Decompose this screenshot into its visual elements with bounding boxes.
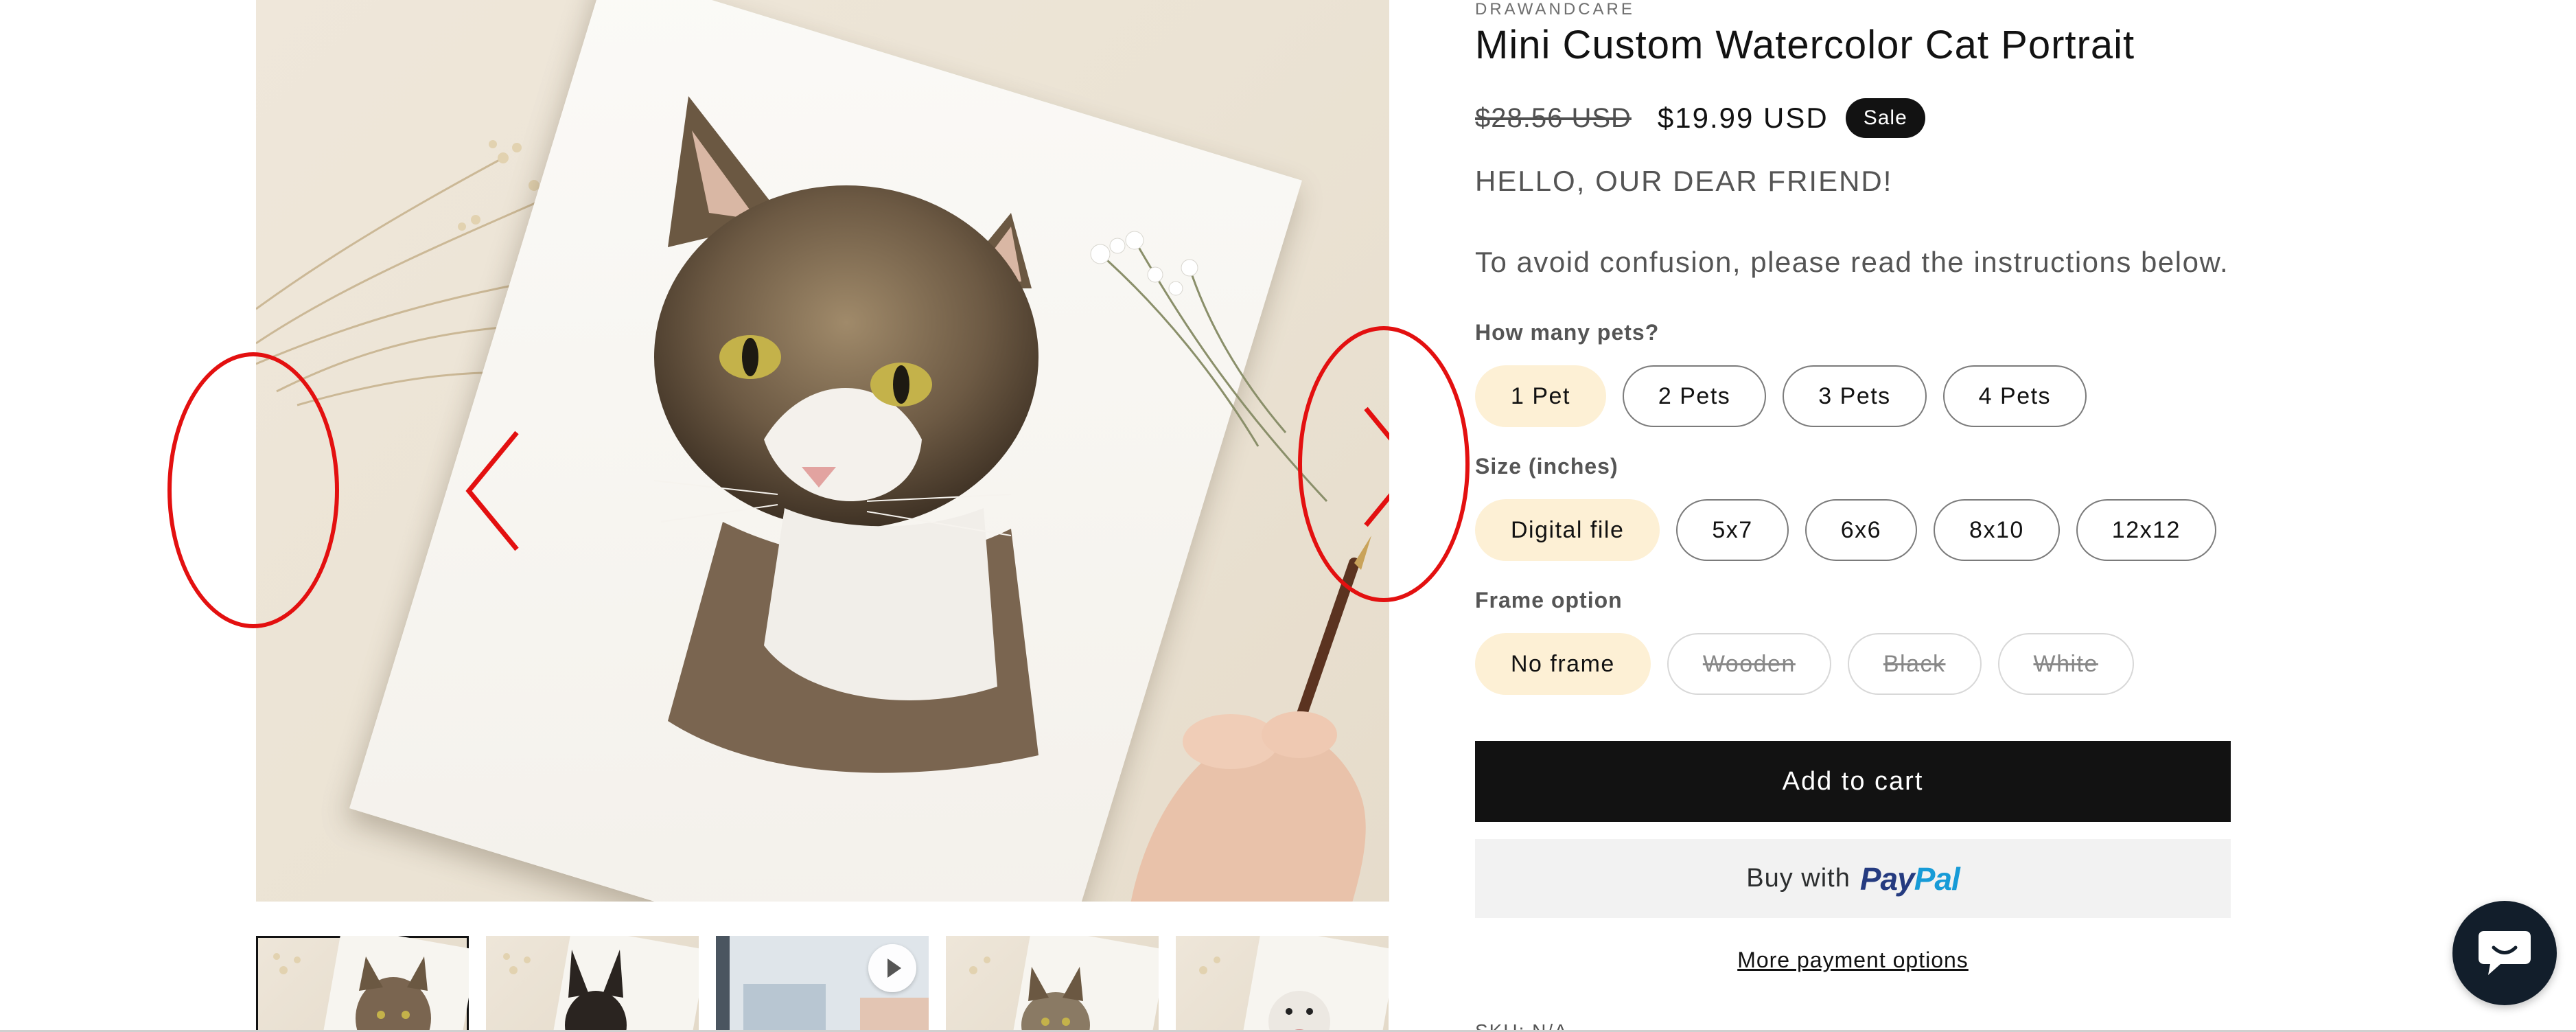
paypal-button[interactable]: Buy with PayPal [1475, 839, 2231, 918]
thumbnail-dog-image [503, 936, 699, 1032]
sale-badge: Sale [1845, 98, 1925, 138]
thumbnail-white-dog[interactable] [1176, 936, 1389, 1032]
thumbnail-video[interactable] [716, 936, 929, 1032]
thumbnail-cat-image [273, 936, 469, 1032]
instructions-text: To avoid confusion, please read the inst… [1475, 246, 2229, 278]
greeting-text: HELLO, OUR DEAR FRIEND! [1475, 165, 1893, 197]
annotation-circle-left [167, 352, 339, 628]
size-option-group: Digital file 5x7 6x6 8x10 12x12 [1475, 499, 2216, 561]
pets-option-label: How many pets? [1475, 320, 1660, 345]
annotation-circle-right [1298, 326, 1470, 602]
more-payment-options-link[interactable]: More payment options [1475, 948, 2231, 973]
option-white-frame[interactable]: White [1997, 633, 2134, 695]
price-row: $28.56 USD $19.99 USD Sale [1475, 98, 1925, 138]
option-6x6[interactable]: 6x6 [1805, 499, 1918, 561]
option-black-frame[interactable]: Black [1847, 633, 1982, 695]
option-8x10[interactable]: 8x10 [1934, 499, 2060, 561]
option-1-pet[interactable]: 1 Pet [1475, 365, 1606, 427]
hand-with-brush [1130, 536, 1371, 902]
frame-option-group: No frame Wooden Black White [1475, 633, 2134, 695]
option-digital-file[interactable]: Digital file [1475, 499, 1660, 561]
chat-button[interactable] [2452, 901, 2557, 1005]
thumbnail-black-dog[interactable] [486, 936, 699, 1032]
frame-option-label: Frame option [1475, 588, 1623, 612]
thumbnail-kitten[interactable] [946, 936, 1159, 1032]
option-5x7[interactable]: 5x7 [1676, 499, 1789, 561]
option-wooden-frame[interactable]: Wooden [1667, 633, 1831, 695]
pets-option-group: 1 Pet 2 Pets 3 Pets 4 Pets [1475, 365, 2087, 427]
option-2-pets[interactable]: 2 Pets [1622, 365, 1767, 427]
thumbnail-tabby-cat[interactable] [256, 936, 469, 1032]
option-3-pets[interactable]: 3 Pets [1783, 365, 1927, 427]
cat-painting [653, 96, 1038, 773]
chat-icon [2479, 931, 2531, 975]
paypal-prefix-text: Buy with [1746, 864, 1850, 893]
option-4-pets[interactable]: 4 Pets [1942, 365, 2087, 427]
thumbnail-white-dog-image [1199, 936, 1389, 1032]
thumbnail-kitten-image [969, 936, 1159, 1032]
size-option-label: Size (inches) [1475, 454, 1618, 479]
add-to-cart-button[interactable]: Add to cart [1475, 741, 2231, 822]
main-product-image[interactable] [256, 0, 1389, 902]
product-title: Mini Custom Watercolor Cat Portrait [1475, 23, 2135, 67]
play-icon[interactable] [868, 944, 916, 992]
option-12x12[interactable]: 12x12 [2076, 499, 2216, 561]
previous-image-button[interactable] [462, 426, 524, 556]
regular-price: $28.56 USD [1475, 102, 1632, 133]
thumbnail-strip [256, 936, 1389, 1032]
paypal-logo: PayPal [1859, 860, 1960, 897]
chevron-left-icon [465, 431, 519, 551]
sale-price: $19.99 USD [1657, 102, 1829, 134]
option-no-frame[interactable]: No frame [1475, 633, 1651, 695]
vendor-name: DRAWANDCARE [1475, 0, 1635, 19]
